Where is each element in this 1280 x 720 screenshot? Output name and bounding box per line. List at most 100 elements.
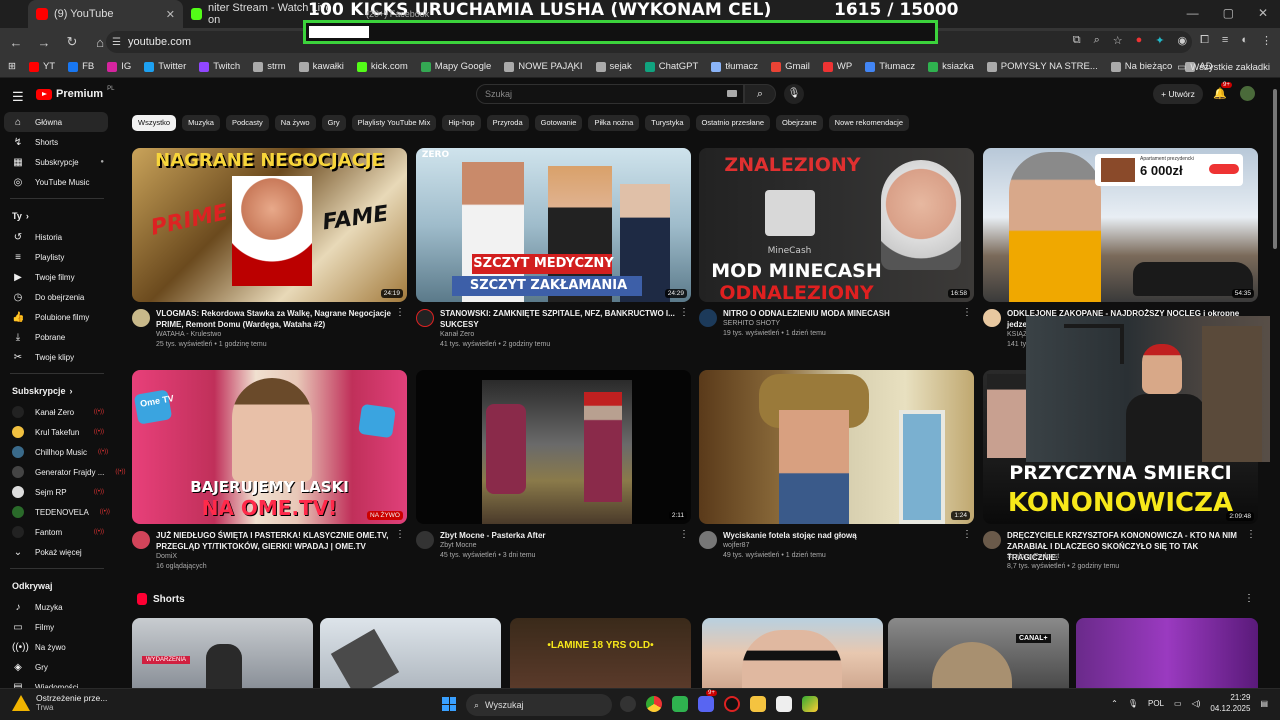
channel-avatar[interactable] [983,531,1001,549]
channel-name[interactable]: Szalony Podcast [1007,553,1059,560]
reload-icon[interactable]: ↻ [60,34,84,50]
more-options-icon[interactable]: ⋮ [395,307,405,318]
sidebar-sub-0[interactable]: Kanał Zero ((•)) [0,402,114,422]
bookmark-16[interactable]: ksiazka [928,61,974,72]
language-indicator[interactable]: POL [1148,699,1164,708]
filter-chip[interactable]: Podcasty [225,115,269,131]
bookmark-11[interactable]: ChatGPT [644,61,698,72]
channel-avatar[interactable] [132,531,150,549]
opera-icon[interactable] [724,696,740,712]
subscriptions-heading[interactable]: Subskrypcje › [0,380,114,402]
sidebar-item-2[interactable]: ▦ Subskrypcje ● [0,152,114,172]
network-icon[interactable]: ▭ [1174,699,1182,708]
video-thumbnail[interactable]: 1:24 [699,370,974,524]
video-title[interactable]: Wyciskanie fotela stojąc nad głową [723,530,963,541]
filter-chip[interactable]: Hip-hop [442,115,481,131]
short-thumbnail[interactable] [702,618,883,688]
short-thumbnail[interactable] [1076,618,1258,688]
sidebar-sub-6[interactable]: Fantom ((•)) [0,522,114,542]
short-thumbnail[interactable]: WYDARZENIA [132,618,313,688]
video-card[interactable]: ZERO SZCZYT MEDYCZNY SZCZYT ZAKŁAMANIA 2… [416,148,691,365]
more-options-icon[interactable]: ⋮ [679,307,689,318]
filter-chip[interactable]: Wszystko [132,115,177,131]
more-options-icon[interactable]: ⋮ [1246,529,1256,540]
video-title[interactable]: VLOGMAS: Rekordowa Stawka za Walkę, Nagr… [156,308,396,330]
apps-icon[interactable]: ⊞ [8,61,16,72]
bookmark-17[interactable]: POMYSŁY NA STRE... [986,61,1098,72]
chrome-icon[interactable] [646,696,662,712]
bookmark-2[interactable]: IG [107,61,131,72]
filter-chip[interactable]: Turystyka [645,115,690,131]
obs-icon[interactable] [620,696,636,712]
channel-avatar[interactable] [699,531,717,549]
sidebar-sub-4[interactable]: Sejm RP ((•)) [0,482,114,502]
show-more-button[interactable]: ⌄ Pokaż więcej [0,542,114,562]
video-card[interactable]: Ome TV BAJERUJEMY LASKI NA OME.TV! NA ŻY… [132,370,407,587]
channel-name[interactable]: DomiX [156,553,177,560]
video-thumbnail[interactable]: NAGRANE NEGOCJACJE PRIME FAME 24:19 [132,148,407,302]
sidebar-item-you-5[interactable]: ⤓ Pobrane [0,327,114,347]
filter-chip[interactable]: Obejrzane [776,115,823,131]
sidebar-explore-3[interactable]: ◈ Gry [0,657,114,677]
more-options-icon[interactable]: ⋮ [1244,593,1254,604]
bookmark-18[interactable]: Na bieżąco [1110,61,1172,72]
video-card[interactable]: NAGRANE NEGOCJACJE PRIME FAME 24:19 VLOG… [132,148,407,365]
hamburger-menu-icon[interactable]: ☰ [12,89,24,105]
filter-chip[interactable]: Gotowanie [534,115,583,131]
record-extension-icon[interactable]: ● [1136,34,1143,47]
channel-avatar[interactable] [699,309,717,327]
sidebar-sub-3[interactable]: Generator Frajdy ... ((•)) [0,462,125,482]
more-options-icon[interactable]: ⋮ [679,529,689,540]
close-icon[interactable]: ✕ [166,8,175,21]
video-thumbnail[interactable]: ZNALEZIONY MineCash MOD MINECASH ODNALEZ… [699,148,974,302]
sidebar-item-you-0[interactable]: ↺ Historia [0,227,114,247]
sidebar-item-3[interactable]: ◎ YouTube Music [0,172,114,192]
filter-chip[interactable]: Gry [321,115,346,131]
video-card[interactable]: 2:11 Zbyt Mocne - Pasterka After Zbyt Mo… [416,370,691,587]
sidebar-item-0[interactable]: ⌂ Główna [4,112,108,132]
sidebar-sub-5[interactable]: TEDENOVELA ((•)) [0,502,114,522]
filter-chip[interactable]: Przyroda [486,115,529,131]
filter-chip[interactable]: Na żywo [274,115,316,131]
bookmark-3[interactable]: Twitter [144,61,186,72]
discord-icon[interactable]: 9+ [698,690,717,712]
cast-icon[interactable]: ⧉ [1073,34,1081,47]
video-thumbnail[interactable]: Ome TV BAJERUJEMY LASKI NA OME.TV! NA ŻY… [132,370,407,524]
bookmark-6[interactable]: kawałki [298,61,344,72]
video-title[interactable]: Zbyt Mocne - Pasterka After [440,530,680,541]
extension-2-icon[interactable]: ◉ [1178,34,1188,47]
media-icon[interactable]: ≡ [1222,34,1228,47]
bookmark-14[interactable]: WP [822,61,852,72]
clock[interactable]: 21:29 04.12.2025 [1210,692,1250,714]
scrollbar-thumb[interactable] [1273,89,1277,249]
shield-icon[interactable] [672,696,688,712]
keyboard-icon[interactable] [727,90,737,97]
extension-icon[interactable]: ✦ [1155,34,1164,47]
video-title[interactable]: JUŻ NIEDŁUGO ŚWIĘTA I PASTERKA! KLASYCZN… [156,530,396,552]
video-card[interactable]: 1:24 Wyciskanie fotela stojąc nad głową … [699,370,974,587]
file-explorer-icon[interactable] [750,696,766,712]
volume-icon[interactable]: ◁) [1192,699,1201,708]
short-thumbnail[interactable]: CANAL+ [888,618,1069,688]
sidebar-sub-2[interactable]: Chillhop Music ((•)) [0,442,114,462]
start-button[interactable] [442,697,456,711]
bookmark-13[interactable]: Gmail [771,61,810,72]
close-window-icon[interactable]: ✕ [1258,6,1268,20]
bookmark-12[interactable]: tłumacz [711,61,758,72]
all-bookmarks[interactable]: ▭ Wszystkie zakładki [1177,56,1270,78]
site-info-icon[interactable]: ☰ [112,37,121,48]
bookmark-0[interactable]: YT [28,61,55,72]
bookmark-5[interactable]: strm [253,61,286,72]
channel-name[interactable]: WATAHA - Krulestwo [156,331,221,338]
forward-icon[interactable]: → [32,35,56,50]
zoom-icon[interactable]: ⌕ [1094,34,1100,47]
more-options-icon[interactable]: ⋮ [395,529,405,540]
channel-avatar[interactable] [416,309,434,327]
tab-youtube[interactable]: (9) YouTube ✕ [28,0,183,28]
maximize-icon[interactable]: ▢ [1223,6,1234,20]
avatar[interactable] [1240,86,1255,101]
sidebar-item-you-4[interactable]: 👍 Polubione filmy [0,307,114,327]
sidebar-explore-0[interactable]: ♪ Muzyka [0,597,114,617]
sidebar-sub-1[interactable]: Krul Takefun ((•)) [0,422,114,442]
app-icon[interactable] [802,696,818,712]
